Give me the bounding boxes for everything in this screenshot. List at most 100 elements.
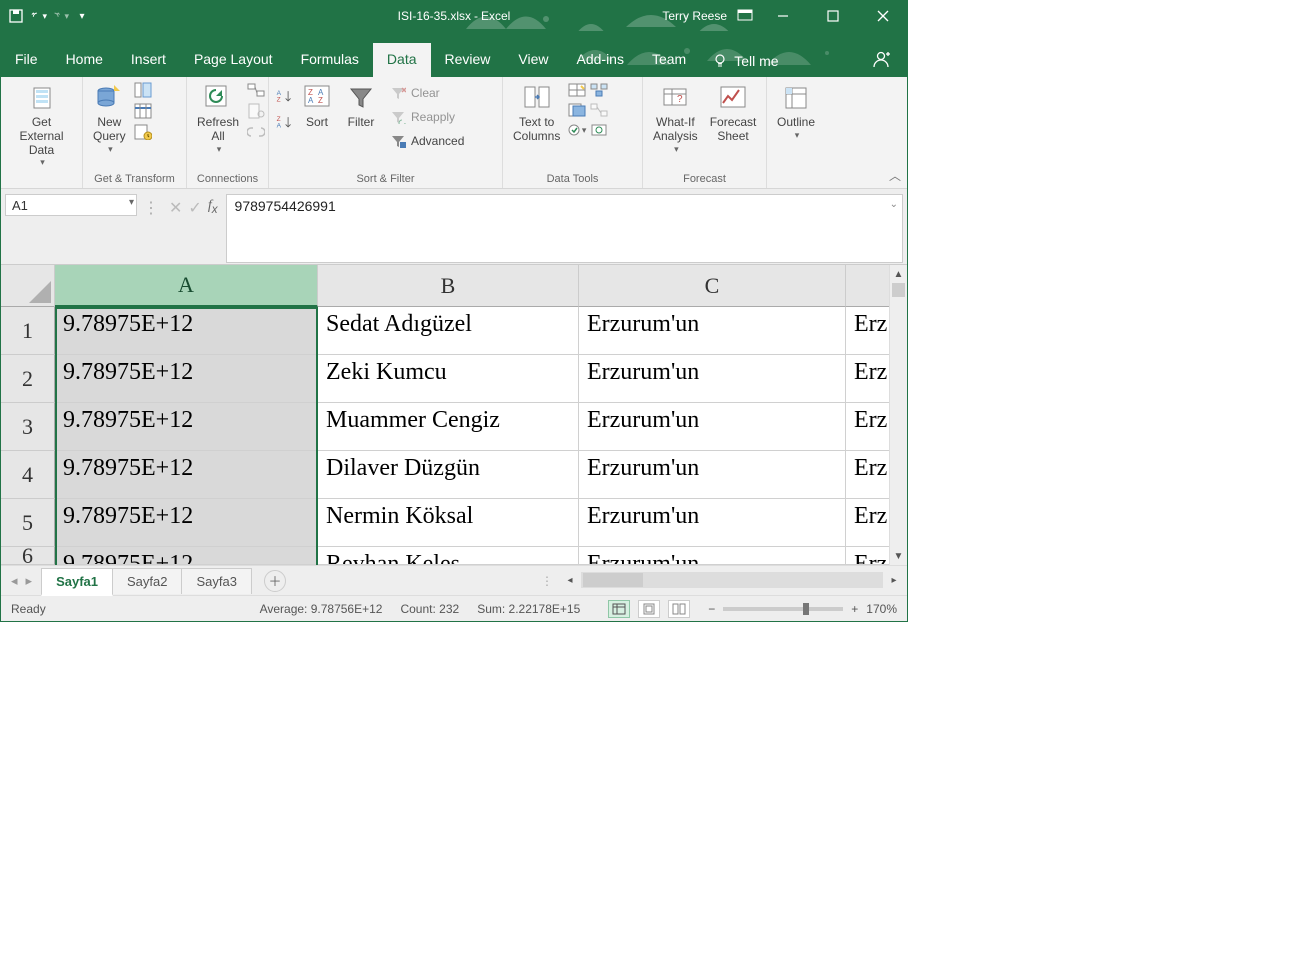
cell[interactable]: Erz	[846, 499, 891, 547]
cell[interactable]: Reyhan Keleş	[318, 547, 579, 565]
collapse-ribbon-icon[interactable]: ︿	[889, 167, 901, 184]
sort-az-button[interactable]: AZ	[275, 87, 293, 105]
save-button[interactable]	[7, 7, 25, 25]
sort-za-button[interactable]: ZA	[275, 113, 293, 131]
tab-review[interactable]: Review	[431, 43, 505, 77]
expand-formula-icon[interactable]: ⌄	[890, 199, 898, 210]
cell[interactable]: Sedat Adıgüzel	[318, 307, 579, 355]
tab-home[interactable]: Home	[52, 43, 117, 77]
tell-me[interactable]: Tell me	[700, 45, 790, 77]
consolidate-icon[interactable]	[590, 81, 608, 99]
close-button[interactable]	[863, 1, 903, 31]
outline-button[interactable]: Outline▾	[771, 79, 821, 140]
vertical-scrollbar[interactable]: ▲ ▼	[889, 265, 907, 565]
remove-duplicates-icon[interactable]	[568, 101, 586, 119]
sheet-tab-3[interactable]: Sayfa3	[181, 568, 251, 594]
col-header-C[interactable]: C	[579, 265, 846, 307]
col-header-D[interactable]	[846, 265, 891, 307]
refresh-all-button[interactable]: Refresh All▾	[191, 79, 245, 154]
maximize-button[interactable]	[813, 1, 853, 31]
hscroll-right-icon[interactable]: ▸	[885, 575, 903, 586]
cell[interactable]: Zeki Kumcu	[318, 355, 579, 403]
cell[interactable]: 9.78975E+12	[55, 499, 318, 547]
sort-button[interactable]: ZAAZ Sort	[295, 79, 339, 130]
sheet-tab-2[interactable]: Sayfa2	[112, 568, 182, 594]
cancel-icon[interactable]: ✕	[169, 198, 182, 218]
filter-button[interactable]: Filter	[339, 79, 383, 130]
forecast-sheet-button[interactable]: Forecast Sheet	[704, 79, 763, 144]
tab-formulas[interactable]: Formulas	[287, 43, 373, 77]
show-queries-icon[interactable]	[134, 81, 152, 99]
formula-input[interactable]: 9789754426991 ⌄	[226, 194, 903, 263]
col-header-B[interactable]: B	[318, 265, 579, 307]
undo-button[interactable]: ▾	[29, 7, 47, 25]
cell[interactable]: Erzurum'un	[579, 355, 846, 403]
zoom-level[interactable]: 170%	[866, 602, 897, 616]
horizontal-scrollbar[interactable]: ◂ ▸	[561, 570, 903, 590]
edit-links-icon[interactable]	[247, 123, 265, 141]
data-validation-icon[interactable]: ▾	[568, 121, 586, 139]
cell[interactable]: Erzurum'un	[579, 403, 846, 451]
recent-sources-icon[interactable]	[134, 123, 152, 141]
cell[interactable]: Erz	[846, 355, 891, 403]
what-if-button[interactable]: ? What-If Analysis▾	[647, 79, 704, 154]
add-sheet-button[interactable]: ＋	[264, 570, 286, 592]
qat-customize[interactable]: ▾	[73, 7, 91, 25]
cell[interactable]: Erz	[846, 307, 891, 355]
cell[interactable]: Nermin Köksal	[318, 499, 579, 547]
row-header[interactable]: 6	[1, 547, 55, 565]
scroll-down-icon[interactable]: ▼	[890, 547, 907, 565]
cell[interactable]: Erz	[846, 547, 891, 565]
clear-filter-button[interactable]: Clear	[385, 81, 468, 105]
col-header-A[interactable]: A	[55, 265, 318, 307]
tab-split-grip[interactable]: ⋮	[541, 574, 553, 588]
row-header[interactable]: 1	[1, 307, 55, 355]
tab-data[interactable]: Data	[373, 43, 431, 77]
fbar-grip[interactable]: ⋮	[137, 189, 165, 264]
fx-icon[interactable]: fx	[208, 198, 218, 216]
account-name[interactable]: Terry Reese	[662, 9, 727, 23]
properties-icon[interactable]	[247, 102, 265, 120]
sheet-nav-next[interactable]: ▸	[26, 573, 33, 589]
flash-fill-icon[interactable]	[568, 81, 586, 99]
cell[interactable]: Erzurum'un	[579, 451, 846, 499]
cell[interactable]: Muammer Cengiz	[318, 403, 579, 451]
cell[interactable]: 9.78975E+12	[55, 307, 318, 355]
tab-file[interactable]: File	[1, 43, 52, 77]
cell[interactable]: 9.78975E+12	[55, 547, 318, 565]
cell[interactable]: Dilaver Düzgün	[318, 451, 579, 499]
name-box[interactable]: A1 ▾	[5, 194, 137, 216]
row-header[interactable]: 2	[1, 355, 55, 403]
tab-view[interactable]: View	[504, 43, 562, 77]
connections-icon[interactable]	[247, 81, 265, 99]
cell[interactable]: Erzurum'un	[579, 499, 846, 547]
hscroll-thumb[interactable]	[583, 573, 643, 587]
share-button[interactable]	[855, 41, 907, 77]
manage-data-model-icon[interactable]	[590, 121, 608, 139]
chevron-down-icon[interactable]: ▾	[129, 197, 134, 208]
tab-page-layout[interactable]: Page Layout	[180, 43, 287, 77]
enter-icon[interactable]: ✓	[188, 198, 201, 218]
sheet-nav-prev[interactable]: ◂	[11, 573, 18, 589]
reapply-button[interactable]: Reapply	[385, 105, 468, 129]
select-all-corner[interactable]	[1, 265, 55, 307]
tab-addins[interactable]: Add-ins	[563, 43, 638, 77]
cell[interactable]: 9.78975E+12	[55, 403, 318, 451]
new-query-button[interactable]: New Query▾	[87, 79, 132, 154]
ribbon-display-icon[interactable]	[737, 9, 753, 23]
view-normal-icon[interactable]	[608, 600, 630, 618]
zoom-slider[interactable]	[723, 607, 843, 611]
tab-team[interactable]: Team	[638, 43, 700, 77]
zoom-out-button[interactable]: −	[708, 602, 715, 616]
sheet-tab-1[interactable]: Sayfa1	[41, 568, 113, 596]
cell[interactable]: Erz	[846, 451, 891, 499]
minimize-button[interactable]	[763, 1, 803, 31]
advanced-filter-button[interactable]: Advanced	[385, 129, 468, 153]
view-page-break-icon[interactable]	[668, 600, 690, 618]
cell[interactable]: 9.78975E+12	[55, 451, 318, 499]
tab-insert[interactable]: Insert	[117, 43, 180, 77]
row-header[interactable]: 4	[1, 451, 55, 499]
hscroll-left-icon[interactable]: ◂	[561, 575, 579, 586]
view-page-layout-icon[interactable]	[638, 600, 660, 618]
cell[interactable]: 9.78975E+12	[55, 355, 318, 403]
